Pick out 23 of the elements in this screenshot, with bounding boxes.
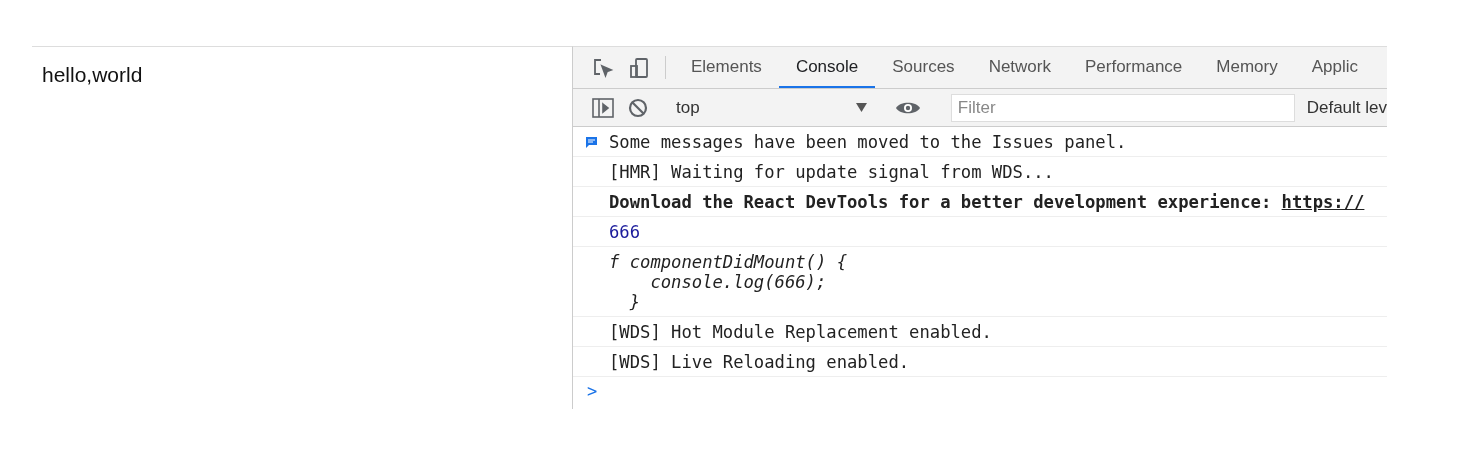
function-source-line: f componentDidMount() { bbox=[609, 252, 847, 272]
console-number: 666 bbox=[609, 222, 641, 242]
console-message: [WDS] Hot Module Replacement enabled. bbox=[609, 322, 992, 342]
levels-dropdown[interactable]: Default lev bbox=[1306, 97, 1387, 118]
filter-field[interactable]: Filter bbox=[950, 93, 1295, 122]
caret-icon bbox=[855, 103, 867, 112]
console-prompt[interactable]: > bbox=[573, 377, 1387, 401]
devtools-tab[interactable]: Elements bbox=[674, 47, 779, 88]
devtools-tab[interactable]: Memory bbox=[1199, 47, 1295, 88]
function-source-line: console.log(666); bbox=[649, 272, 828, 292]
devtools-tab[interactable]: Applic bbox=[1294, 47, 1376, 88]
function-source-line: } bbox=[628, 292, 642, 312]
console-message: Some messages have been moved to the Issues panel. bbox=[609, 132, 1127, 152]
context-select[interactable]: top bbox=[672, 97, 871, 118]
console-message: [HMR] Waiting for update signal from WDS... bbox=[609, 162, 1054, 182]
page-text: hello,world bbox=[42, 63, 144, 87]
console-link[interactable]: https:// bbox=[1281, 192, 1365, 212]
devtools-tab[interactable]: Performance bbox=[1068, 47, 1200, 88]
devtools-tab[interactable]: Network bbox=[971, 47, 1068, 88]
devtools-tab[interactable]: Sources bbox=[875, 47, 972, 88]
console-message: [WDS] Live Reloading enabled. bbox=[609, 352, 910, 372]
message-icon bbox=[585, 136, 598, 148]
console-message: Download the React DevTools for a better development experience: bbox=[609, 192, 1273, 212]
